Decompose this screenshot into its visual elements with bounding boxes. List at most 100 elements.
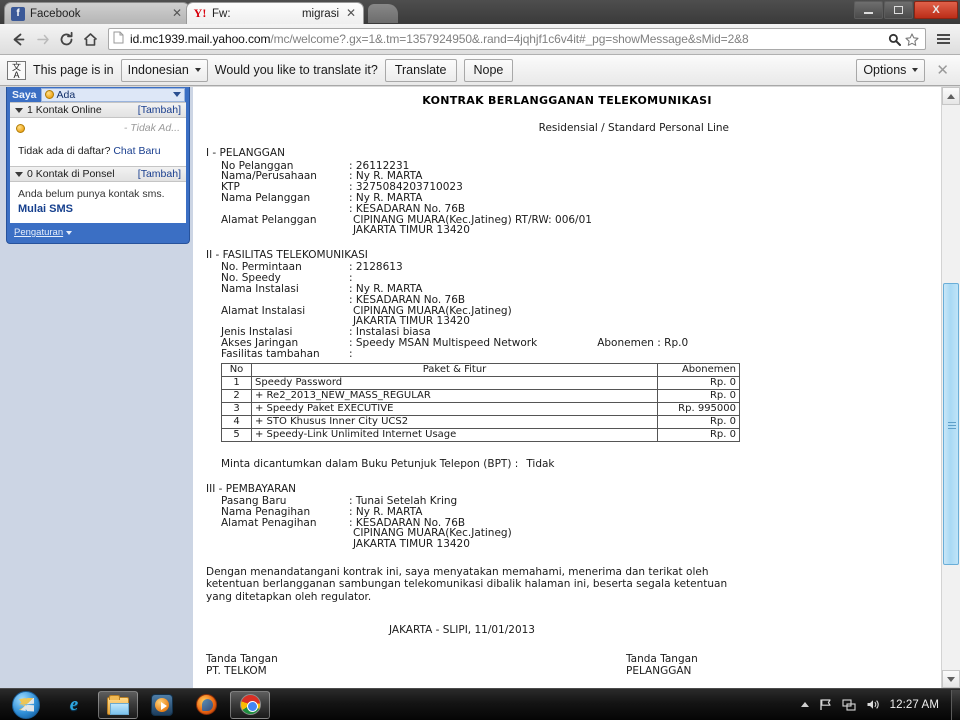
table-row: 3 + Speedy Paket EXECUTIVE Rp. 995000	[221, 401, 740, 416]
field-row: JAKARTA TIMUR 13420	[193, 316, 941, 327]
chat-status-dropdown[interactable]: Ada	[40, 87, 185, 102]
chrome-icon	[239, 694, 261, 715]
windows-taskbar: e 12:27 AM	[0, 688, 960, 720]
taskbar-firefox[interactable]	[186, 691, 226, 719]
browser-tab-yahoo-mail[interactable]: Y! Fw: migrasi ✕	[186, 2, 364, 24]
paragraph-line: ketentuan berlangganan sambungan telekom…	[206, 578, 728, 591]
field-row: : KESADARAN No. 76B	[193, 203, 941, 215]
browser-tab-strip: f Facebook ✕ Y! Fw: migrasi ✕ X	[0, 0, 960, 24]
address-line: JAKARTA TIMUR 13420	[353, 538, 470, 551]
chevron-up-icon[interactable]	[800, 702, 809, 707]
bpt-value: Tidak	[526, 457, 555, 470]
online-contact-label: - Tidak Ad...	[123, 122, 180, 134]
new-tab-button[interactable]	[368, 4, 398, 23]
field-value: : 2128613	[349, 261, 403, 274]
cell-feature: + Speedy-Link Unlimited Internet Usage	[251, 427, 658, 442]
network-icon[interactable]	[842, 697, 857, 712]
table-row: 1 Speedy Password Rp. 0	[221, 375, 740, 390]
abonemen-value: Abonemen : Rp.0	[597, 336, 689, 349]
bpt-line: Minta dicantumkan dalam Buku Petunjuk Te…	[193, 442, 941, 470]
internet-explorer-icon: e	[69, 693, 79, 715]
taskbar-clock[interactable]: 12:27 AM	[890, 699, 943, 711]
translate-icon: 文A	[7, 60, 26, 80]
infobar-close-icon[interactable]: ✕	[932, 61, 953, 79]
chat-me-label: Saya	[12, 88, 37, 101]
chevron-down-icon	[15, 107, 23, 113]
speaker-icon[interactable]	[866, 697, 881, 712]
chat-settings-link[interactable]: Pengaturan	[7, 223, 189, 241]
forward-arrow-icon[interactable]	[30, 27, 54, 51]
close-button[interactable]: X	[914, 1, 958, 19]
mail-left-column: Saya Ada 1 Kontak Online [Tambah] - Tida…	[0, 87, 193, 688]
new-chat-link[interactable]: Chat Baru	[113, 145, 160, 157]
taskbar-google-chrome[interactable]	[230, 690, 270, 719]
chat-settings-label: Pengaturan	[14, 227, 64, 238]
scroll-down-arrow-icon[interactable]	[942, 670, 960, 688]
back-arrow-icon[interactable]	[6, 27, 30, 51]
signature-line: Tanda Tangan	[626, 653, 698, 666]
signature-party: PT. TELKOM	[206, 664, 267, 677]
field-label: Alamat Pelanggan	[221, 213, 317, 226]
chevron-down-icon	[194, 68, 201, 72]
cell-fee: Rp. 0	[657, 388, 740, 403]
column-header-feature: Paket & Fitur	[251, 362, 658, 377]
start-sms-link[interactable]: Mulai SMS	[10, 203, 186, 223]
tab-close-icon[interactable]: ✕	[345, 7, 357, 20]
address-line: : KESADARAN No. 76B	[349, 293, 466, 306]
home-icon[interactable]	[78, 27, 102, 51]
system-tray: 12:27 AM	[800, 697, 949, 712]
cell-fee: Rp. 0	[657, 414, 740, 429]
scrollbar-thumb[interactable]	[943, 283, 959, 565]
section-phone-contacts[interactable]: 0 Kontak di Ponsel [Tambah]	[10, 166, 186, 182]
reload-icon[interactable]	[54, 27, 78, 51]
signature-line: Tanda Tangan	[206, 653, 278, 666]
tab-title: Facebook	[30, 7, 81, 20]
taskbar-internet-explorer[interactable]: e	[54, 691, 94, 719]
page-document-icon	[113, 31, 126, 47]
column-header-no: No	[221, 362, 252, 377]
cell-feature: + Re2_2013_NEW_MASS_REGULAR	[251, 388, 658, 403]
table-row: 2 + Re2_2013_NEW_MASS_REGULAR Rp. 0	[221, 388, 740, 403]
options-dropdown[interactable]: Options	[856, 58, 926, 82]
language-dropdown[interactable]: Indonesian	[120, 58, 208, 82]
no-sms-contacts-text: Anda belum punya kontak sms.	[18, 188, 165, 200]
address-bar[interactable]: id.mc1939.mail.yahoo.com/mc/welcome?.gx=…	[108, 28, 926, 50]
flag-icon[interactable]	[818, 697, 833, 712]
document-pane: KONTRAK BERLANGGANAN TELEKOMUNIKASI Resi…	[193, 87, 941, 688]
online-contact-row[interactable]: - Tidak Ad...	[10, 118, 186, 138]
add-phone-contact-link[interactable]: [Tambah]	[138, 168, 181, 180]
chevron-down-icon	[15, 171, 23, 177]
hamburger-menu-icon[interactable]	[932, 34, 954, 44]
add-online-contact-link[interactable]: [Tambah]	[138, 104, 181, 116]
taskbar-windows-explorer[interactable]	[98, 690, 138, 719]
taskbar-media-player[interactable]	[142, 691, 182, 719]
tab-title-secondary: migrasi	[301, 7, 339, 20]
field-value: : 26112231	[349, 159, 410, 172]
table-header-row: No Paket & Fitur Abonemen	[221, 362, 740, 377]
minimize-button[interactable]	[854, 1, 883, 19]
cell-no: 3	[221, 401, 252, 416]
star-icon[interactable]	[903, 32, 921, 46]
start-orb-icon[interactable]	[2, 690, 50, 720]
cell-feature: Speedy Password	[251, 375, 658, 390]
browser-tab-facebook[interactable]: f Facebook ✕	[4, 2, 190, 24]
field-row: Alamat Penagihan: KESADARAN No. 76B	[193, 517, 941, 529]
translate-button[interactable]: Translate	[384, 58, 457, 82]
page-scrollbar[interactable]	[941, 87, 960, 688]
signature-customer: Tanda Tangan PELANGGAN	[626, 653, 826, 677]
cell-fee: Rp. 0	[657, 375, 740, 390]
show-desktop-button[interactable]	[951, 689, 960, 720]
chevron-down-icon	[66, 230, 73, 235]
translate-infobar: 文A This page is in Indonesian Would you …	[0, 55, 960, 86]
nope-button[interactable]: Nope	[463, 58, 514, 82]
firefox-icon	[195, 694, 217, 715]
options-label: Options	[863, 63, 907, 77]
signature-block: Tanda Tangan PT. TELKOM Tanda Tangan PEL…	[193, 636, 941, 677]
tab-close-icon[interactable]: ✕	[171, 7, 183, 20]
section-online-contacts[interactable]: 1 Kontak Online [Tambah]	[10, 102, 186, 118]
chat-contacts-panel: 1 Kontak Online [Tambah] - Tidak Ad... T…	[10, 102, 186, 223]
maximize-button[interactable]	[884, 1, 913, 19]
search-icon[interactable]	[885, 33, 903, 46]
signature-party: PELANGGAN	[626, 664, 692, 677]
scroll-up-arrow-icon[interactable]	[942, 87, 960, 105]
